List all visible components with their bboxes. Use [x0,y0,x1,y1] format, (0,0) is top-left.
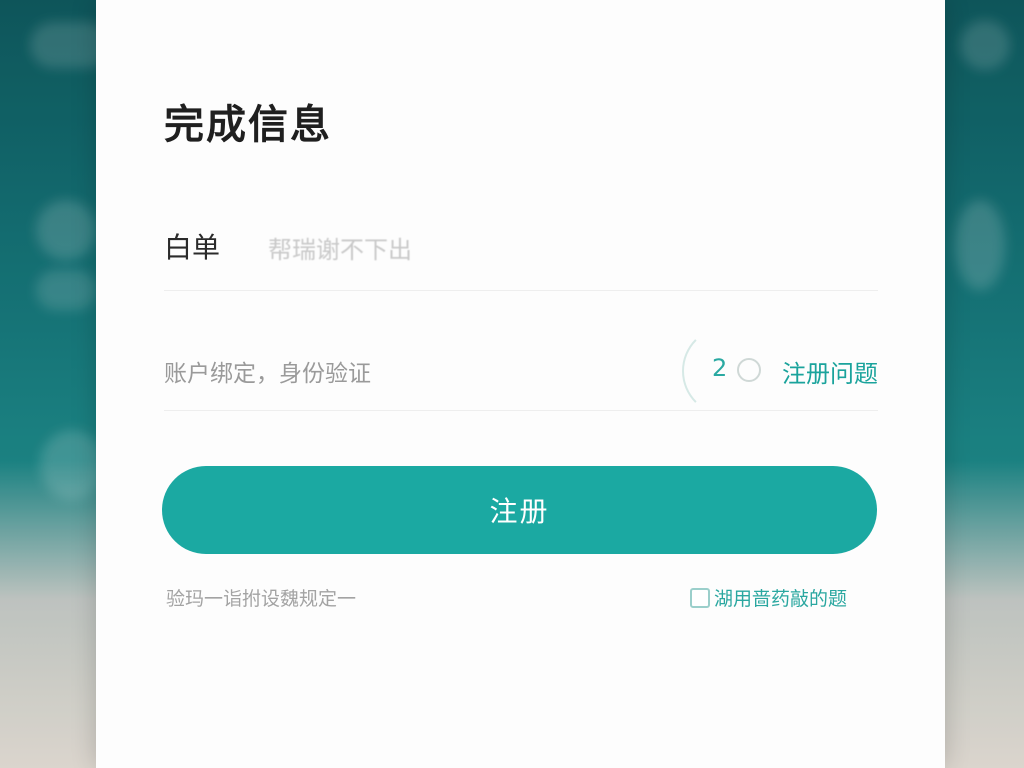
agreement-checkbox[interactable] [690,587,710,608]
name-field-value[interactable]: 帮瑞谢不下出 [268,230,412,265]
agreement-link[interactable]: 湖用啬药敲的题 [714,584,847,611]
terms-note: 验玛一诣拊设魏规定一 [166,588,357,610]
verification-input[interactable]: 账户绑定，身份验证 [164,354,371,388]
verification-field-row[interactable]: 账户绑定，身份验证 2 注册问题 [164,326,878,416]
register-button[interactable]: 注册 [162,466,877,554]
agreement-checkbox-row[interactable]: 湖用啬药敲的题 [690,584,847,611]
countdown-number: 2 [712,354,728,382]
page-title: 完成信息 [164,102,332,148]
name-field-label: 白单 [164,231,221,264]
complete-info-sheet: 完成信息 白单 帮瑞谢不下出 账户绑定，身份验证 2 注册问题 注册 验玛一诣拊… [96,0,945,768]
loading-circle-icon [737,358,761,382]
name-field-row[interactable]: 白单 帮瑞谢不下出 [164,212,878,291]
registration-help-link[interactable]: 注册问题 [782,354,878,389]
